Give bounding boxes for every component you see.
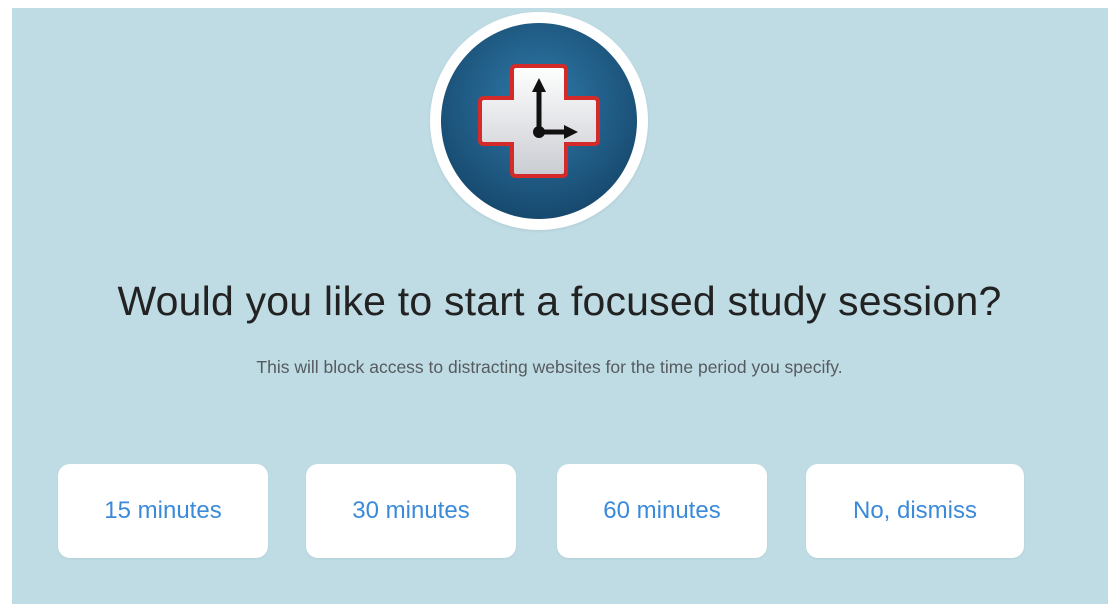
- dismiss-button[interactable]: No, dismiss: [806, 464, 1024, 558]
- app-logo: [430, 12, 648, 230]
- medical-cross-clock-icon: [441, 23, 637, 219]
- 60-minutes-button[interactable]: 60 minutes: [557, 464, 767, 558]
- 15-minutes-button[interactable]: 15 minutes: [58, 464, 268, 558]
- dialog-subtitle: This will block access to distracting we…: [256, 357, 843, 377]
- 30-minutes-button[interactable]: 30 minutes: [306, 464, 516, 558]
- dialog-title: Would you like to start a focused study …: [117, 278, 1002, 324]
